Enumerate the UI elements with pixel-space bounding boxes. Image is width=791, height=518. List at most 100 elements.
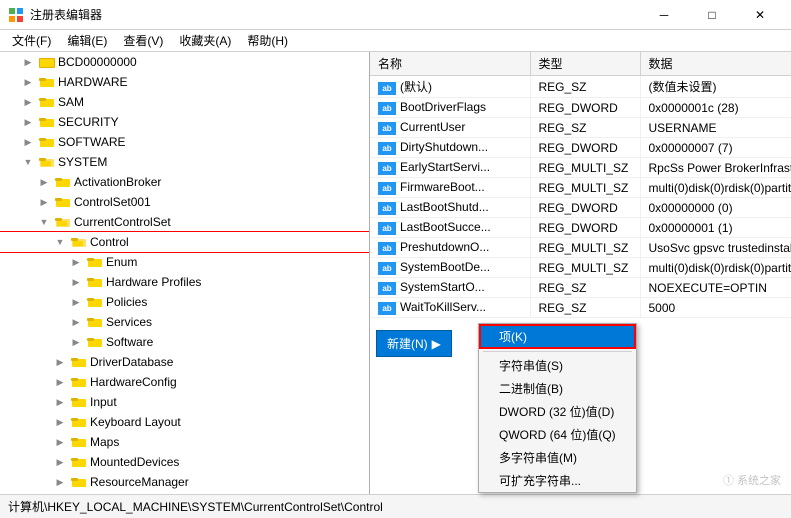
tree-label-keyboardlayout: Keyboard Layout <box>90 415 181 429</box>
folder-icon <box>71 454 87 470</box>
registry-table: 名称 类型 数据 ab(默认) REG_SZ (数值未设置) abBootDri… <box>370 52 791 318</box>
menu-help[interactable]: 帮助(H) <box>239 30 296 51</box>
expand-resourcemanager[interactable] <box>52 474 68 490</box>
expand-input[interactable] <box>52 394 68 410</box>
tree-item-hardware[interactable]: HARDWARE <box>0 72 369 92</box>
expand-software-child[interactable] <box>68 334 84 350</box>
status-path: 计算机\HKEY_LOCAL_MACHINE\SYSTEM\CurrentCon… <box>8 498 383 515</box>
cell-name: abEarlyStartServi... <box>370 158 530 178</box>
tree-item-policies[interactable]: Policies <box>0 292 369 312</box>
tree-item-security[interactable]: SECURITY <box>0 112 369 132</box>
new-button[interactable]: 新建(N) ▶ <box>376 330 452 357</box>
table-row[interactable]: ab(默认) REG_SZ (数值未设置) <box>370 76 791 98</box>
folder-icon <box>71 414 87 430</box>
tree-item-activationbroker[interactable]: ActivationBroker <box>0 172 369 192</box>
tree-item-software-child[interactable]: Software <box>0 332 369 352</box>
tree-label-security: SECURITY <box>58 115 119 129</box>
expand-hardware[interactable] <box>20 74 36 90</box>
expand-enum[interactable] <box>68 254 84 270</box>
submenu-key-label: 项(K) <box>499 330 527 344</box>
table-row[interactable]: abLastBootShutd... REG_DWORD 0x00000000 … <box>370 198 791 218</box>
table-row[interactable]: abWaitToKillServ... REG_SZ 5000 <box>370 298 791 318</box>
expand-maps[interactable] <box>52 434 68 450</box>
cell-type: REG_MULTI_SZ <box>530 258 640 278</box>
table-row[interactable]: abSystemBootDe... REG_MULTI_SZ multi(0)d… <box>370 258 791 278</box>
expand-software[interactable] <box>20 134 36 150</box>
table-row[interactable]: abLastBootSucce... REG_DWORD 0x00000001 … <box>370 218 791 238</box>
expand-bcd[interactable] <box>20 54 36 70</box>
minimize-button[interactable]: ─ <box>641 0 687 30</box>
submenu-item-qword[interactable]: QWORD (64 位)值(Q) <box>479 423 636 446</box>
cell-data: (数值未设置) <box>640 76 791 98</box>
tree-item-input[interactable]: Input <box>0 392 369 412</box>
tree-item-enum[interactable]: Enum <box>0 252 369 272</box>
tree-item-keyboardlayout[interactable]: Keyboard Layout <box>0 412 369 432</box>
folder-icon <box>87 334 103 350</box>
folder-icon <box>39 94 55 110</box>
table-row[interactable]: abCurrentUser REG_SZ USERNAME <box>370 118 791 138</box>
expand-keyboardlayout[interactable] <box>52 414 68 430</box>
folder-icon <box>71 354 87 370</box>
folder-icon <box>55 174 71 190</box>
folder-icon <box>87 294 103 310</box>
menu-favorites[interactable]: 收藏夹(A) <box>171 30 239 51</box>
tree-item-software[interactable]: SOFTWARE <box>0 132 369 152</box>
expand-services[interactable] <box>68 314 84 330</box>
expand-mounteddevices[interactable] <box>52 454 68 470</box>
folder-icon <box>55 194 71 210</box>
cell-name: abLastBootSucce... <box>370 218 530 238</box>
table-row[interactable]: abSystemStartO... REG_SZ NOEXECUTE=OPTIN <box>370 278 791 298</box>
submenu-item-multistring[interactable]: 多字符串值(M) <box>479 446 636 469</box>
submenu-expandstring-label: 可扩充字符串... <box>499 474 581 488</box>
main-container: BCD00000000 HARDWARE SAM <box>0 52 791 494</box>
tree-item-bcd[interactable]: BCD00000000 <box>0 52 369 72</box>
expand-controlset001[interactable] <box>36 194 52 210</box>
expand-control[interactable] <box>52 234 68 250</box>
tree-item-system[interactable]: SYSTEM <box>0 152 369 172</box>
cell-type: REG_MULTI_SZ <box>530 178 640 198</box>
expand-policies[interactable] <box>68 294 84 310</box>
tree-item-resourcemanager[interactable]: ResourceManager <box>0 472 369 492</box>
expand-activationbroker[interactable] <box>36 174 52 190</box>
expand-security[interactable] <box>20 114 36 130</box>
expand-hardwareconfig[interactable] <box>52 374 68 390</box>
expand-driverdatabase[interactable] <box>52 354 68 370</box>
cell-type: REG_MULTI_SZ <box>530 238 640 258</box>
tree-label-activationbroker: ActivationBroker <box>74 175 161 189</box>
submenu-item-dword[interactable]: DWORD (32 位)值(D) <box>479 400 636 423</box>
table-row[interactable]: abEarlyStartServi... REG_MULTI_SZ RpcSs … <box>370 158 791 178</box>
close-button[interactable]: ✕ <box>737 0 783 30</box>
tree-item-currentcontrolset[interactable]: CurrentControlSet <box>0 212 369 232</box>
cell-name: abWaitToKillServ... <box>370 298 530 318</box>
submenu-item-expandstring[interactable]: 可扩充字符串... <box>479 469 636 492</box>
tree-item-sam[interactable]: SAM <box>0 92 369 112</box>
cell-name: abDirtyShutdown... <box>370 138 530 158</box>
tree-label-control: Control <box>90 235 129 249</box>
tree-item-hardwareconfig[interactable]: HardwareConfig <box>0 372 369 392</box>
table-row[interactable]: abBootDriverFlags REG_DWORD 0x0000001c (… <box>370 98 791 118</box>
expand-currentcontrolset[interactable] <box>36 214 52 230</box>
table-row[interactable]: abFirmwareBoot... REG_MULTI_SZ multi(0)d… <box>370 178 791 198</box>
table-row[interactable]: abPreshutdownO... REG_MULTI_SZ UsoSvc gp… <box>370 238 791 258</box>
expand-sam[interactable] <box>20 94 36 110</box>
tree-item-control[interactable]: Control <box>0 232 369 252</box>
maximize-button[interactable]: □ <box>689 0 735 30</box>
tree-item-driverdatabase[interactable]: DriverDatabase <box>0 352 369 372</box>
table-row[interactable]: abDirtyShutdown... REG_DWORD 0x00000007 … <box>370 138 791 158</box>
tree-item-hardwareprofiles[interactable]: Hardware Profiles <box>0 272 369 292</box>
submenu-item-key[interactable]: 项(K) <box>479 324 636 349</box>
folder-icon <box>87 314 103 330</box>
submenu-item-binary[interactable]: 二进制值(B) <box>479 377 636 400</box>
menu-edit[interactable]: 编辑(E) <box>59 30 115 51</box>
expand-system[interactable] <box>20 154 36 170</box>
submenu-item-string[interactable]: 字符串值(S) <box>479 354 636 377</box>
tree-item-mounteddevices[interactable]: MountedDevices <box>0 452 369 472</box>
tree-item-services[interactable]: Services <box>0 312 369 332</box>
menu-view[interactable]: 查看(V) <box>115 30 171 51</box>
tree-item-maps[interactable]: Maps <box>0 432 369 452</box>
expand-hardwareprofiles[interactable] <box>68 274 84 290</box>
tree-item-controlset001[interactable]: ControlSet001 <box>0 192 369 212</box>
menu-bar: 文件(F) 编辑(E) 查看(V) 收藏夹(A) 帮助(H) <box>0 30 791 52</box>
col-name: 名称 <box>370 52 530 76</box>
menu-file[interactable]: 文件(F) <box>4 30 59 51</box>
